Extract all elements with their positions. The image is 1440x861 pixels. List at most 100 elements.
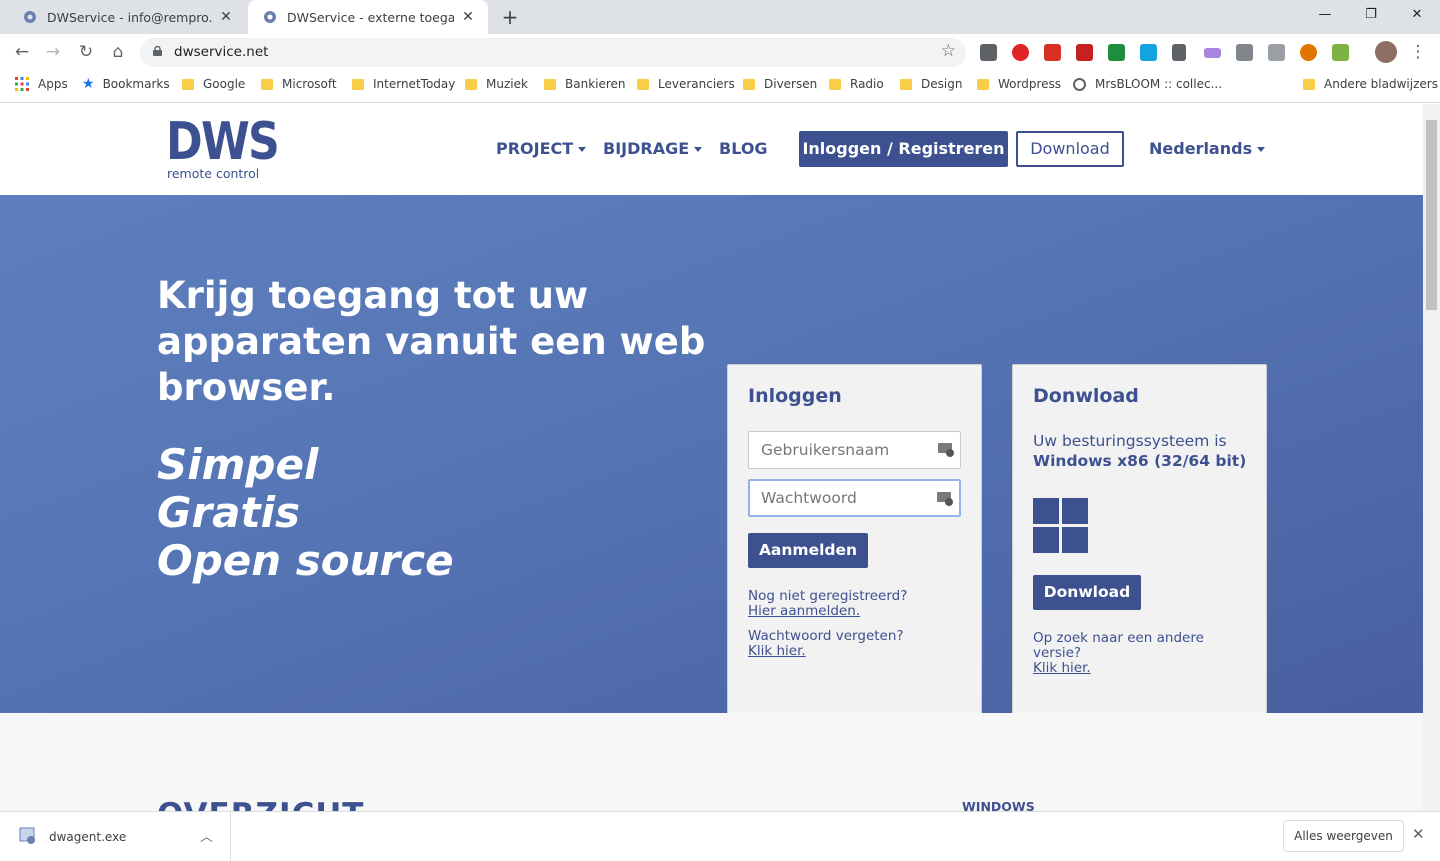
- menu-language[interactable]: Nederlands: [1149, 139, 1266, 158]
- login-register-button[interactable]: Inloggen / Registreren: [799, 131, 1008, 167]
- bookmark-other[interactable]: Andere bladwijzers: [1303, 70, 1438, 98]
- header-download-button[interactable]: Download: [1016, 131, 1124, 167]
- aanmelden-button[interactable]: Aanmelden: [748, 533, 868, 568]
- password-input[interactable]: Wachtwoord: [748, 479, 961, 517]
- bookmark-label: Bookmarks: [102, 77, 170, 91]
- password-placeholder: Wachtwoord: [761, 489, 857, 507]
- avatar[interactable]: [1375, 41, 1397, 63]
- drive-icon[interactable]: [1236, 44, 1253, 61]
- bookmark-muziek[interactable]: Muziek: [465, 70, 528, 98]
- other-version-label: Op zoek naar een andere versie?: [1033, 630, 1204, 661]
- bookmark-label: Muziek: [486, 77, 528, 91]
- bookmark-design[interactable]: Design: [900, 70, 962, 98]
- download-filename: dwagent.exe: [49, 830, 127, 844]
- maximize-button[interactable]: ❐: [1348, 0, 1394, 30]
- home-icon[interactable]: ⌂: [105, 40, 131, 64]
- bookmark-bankieren[interactable]: Bankieren: [544, 70, 626, 98]
- tab-title: DWService - info@rempro.nl: [47, 9, 212, 25]
- eyedropper-icon[interactable]: [1172, 44, 1186, 61]
- slogan-line: Simpel: [157, 440, 319, 489]
- adblock-icon[interactable]: [1012, 44, 1029, 61]
- lock-extension-icon[interactable]: [1076, 44, 1093, 61]
- camera-extension-icon[interactable]: [1332, 44, 1349, 61]
- download-item[interactable]: dwagent.exe ︿: [0, 812, 231, 861]
- wave-icon[interactable]: [1204, 48, 1221, 58]
- bookmark-label: Wordpress: [998, 77, 1062, 91]
- bookmark-google[interactable]: Google: [182, 70, 245, 98]
- username-input[interactable]: Gebruikersnaam: [748, 431, 961, 469]
- tab-dwservice-mail[interactable]: DWService - info@rempro.nl ✕: [8, 0, 246, 34]
- show-all-downloads-button[interactable]: Alles weergeven: [1283, 820, 1404, 852]
- extension-red-icon[interactable]: [1044, 44, 1061, 61]
- register-link[interactable]: Hier aanmelden.: [748, 603, 860, 619]
- bookmark-star-icon[interactable]: ☆: [941, 41, 956, 61]
- gear-icon: [264, 11, 276, 23]
- tab-dwservice-active[interactable]: DWService - externe toegang, ex ✕: [248, 0, 488, 34]
- bookmark-label: Diversen: [764, 77, 818, 91]
- folder-icon: [1303, 78, 1315, 90]
- password-manager-icon[interactable]: [938, 441, 954, 457]
- bookmark-bookmarks[interactable]: ★ Bookmarks: [82, 70, 170, 98]
- page-scrollbar[interactable]: [1423, 104, 1440, 811]
- close-icon[interactable]: ✕: [218, 9, 234, 25]
- scrollbar-thumb[interactable]: [1426, 120, 1437, 310]
- bookmark-label: Andere bladwijzers: [1324, 77, 1438, 91]
- executable-file-icon: [19, 827, 35, 844]
- globe-icon: [1073, 77, 1086, 91]
- back-icon[interactable]: ←: [9, 40, 35, 64]
- browser-toolbar: ← → ↻ ⌂ dwservice.net ☆ ⋮: [0, 34, 1440, 70]
- download-card: Donwload Uw besturingssysteem is Windows…: [1012, 364, 1267, 724]
- login-card-title: Inloggen: [748, 385, 842, 407]
- address-bar[interactable]: dwservice.net ☆: [140, 38, 966, 67]
- bookmark-label: Design: [921, 77, 963, 91]
- reload-icon[interactable]: ↻: [73, 40, 99, 64]
- bookmark-label: Bankieren: [565, 77, 626, 91]
- ci-extension-icon[interactable]: [1140, 44, 1157, 61]
- hero-section: Krijg toegang tot uw apparaten vanuit ee…: [0, 195, 1423, 724]
- logo[interactable]: DWS remote control: [166, 114, 298, 181]
- password-manager-icon[interactable]: [937, 490, 953, 506]
- bookmark-mrsbloom[interactable]: MrsBLOOM :: collec...: [1073, 70, 1222, 98]
- other-version-link[interactable]: Klik hier.: [1033, 660, 1091, 676]
- bookmark-apps[interactable]: Apps: [15, 70, 68, 98]
- close-icon[interactable]: ✕: [460, 9, 476, 25]
- windows-pane: [1062, 498, 1088, 524]
- new-tab-button[interactable]: +: [498, 4, 522, 30]
- bookmark-diversen[interactable]: Diversen: [743, 70, 817, 98]
- forward-icon[interactable]: →: [40, 40, 66, 64]
- menu-dots-icon[interactable]: ⋮: [1405, 40, 1431, 64]
- menu-label: Nederlands: [1149, 139, 1253, 158]
- folder-icon: [544, 78, 556, 90]
- web-page: DWS remote control PROJECT BIJDRAGE BLOG…: [0, 104, 1423, 811]
- folder-icon: [977, 78, 989, 90]
- overview-section: OVERZICHT WINDOWS: [0, 713, 1423, 811]
- download-button[interactable]: Donwload: [1033, 575, 1141, 610]
- menu-bijdrage[interactable]: BIJDRAGE: [603, 139, 703, 158]
- bookmark-internettoday[interactable]: InternetToday: [352, 70, 455, 98]
- minimize-button[interactable]: —: [1302, 0, 1348, 30]
- home-extension-icon[interactable]: [980, 44, 997, 61]
- close-icon[interactable]: ✕: [1412, 825, 1425, 843]
- color-picker-icon[interactable]: [1300, 44, 1317, 61]
- menu-blog[interactable]: BLOG: [719, 139, 768, 158]
- other-version-text: Op zoek naar een andere versie? Klik hie…: [1033, 631, 1243, 676]
- cast-icon[interactable]: [1268, 44, 1285, 61]
- bookmark-microsoft[interactable]: Microsoft: [261, 70, 337, 98]
- flag-icon[interactable]: [1108, 44, 1125, 61]
- chevron-up-icon[interactable]: ︿: [200, 826, 213, 845]
- bookmark-leveranciers[interactable]: Leveranciers: [637, 70, 735, 98]
- bookmark-label: Leveranciers: [658, 77, 735, 91]
- close-window-button[interactable]: ✕: [1394, 0, 1440, 30]
- menu-project[interactable]: PROJECT: [496, 139, 587, 158]
- caret-down-icon: [578, 147, 587, 152]
- forgot-password-link[interactable]: Klik hier.: [748, 643, 806, 659]
- bookmark-wordpress[interactable]: Wordpress: [977, 70, 1061, 98]
- apps-grid-icon: [15, 77, 29, 91]
- bookmark-label: Microsoft: [282, 77, 337, 91]
- download-card-title: Donwload: [1033, 385, 1139, 407]
- bookmark-label: Apps: [38, 77, 68, 91]
- folder-icon: [261, 78, 273, 90]
- tab-title: DWService - externe toegang, ex: [287, 9, 454, 25]
- os-text: Uw besturingssysteem is: [1033, 432, 1227, 450]
- bookmark-radio[interactable]: Radio: [829, 70, 884, 98]
